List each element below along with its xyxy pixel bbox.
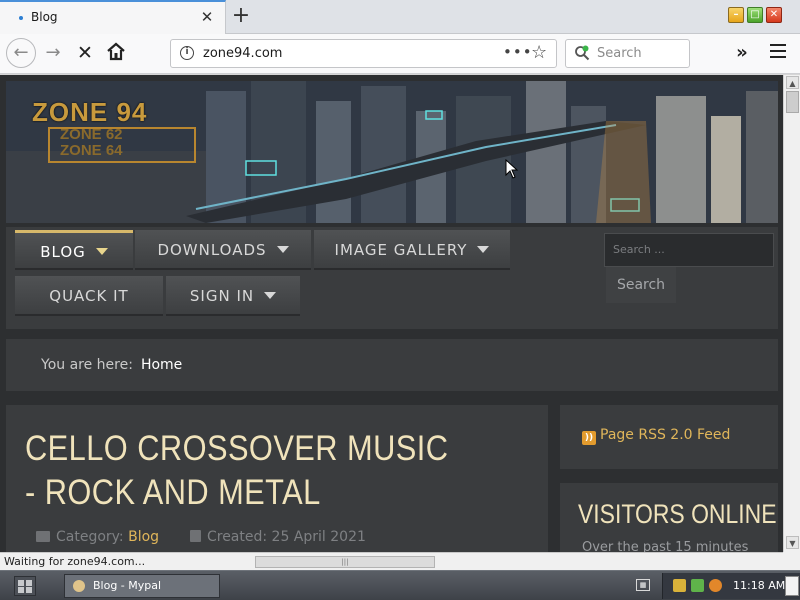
chevron-down-icon [95, 248, 108, 255]
vertical-scrollbar[interactable]: ▲ ▼ [783, 75, 800, 552]
site-search-button[interactable]: Search [606, 267, 676, 303]
chevron-down-icon [276, 246, 289, 253]
system-tray: 11:18 AM [662, 573, 800, 599]
close-window-button[interactable]: ✕ [766, 7, 782, 23]
browser-search-box[interactable]: Search [565, 39, 690, 68]
loading-dot-icon [19, 16, 23, 20]
mouse-cursor-icon [505, 159, 519, 179]
taskbar-window-button[interactable]: Blog - Mypal [64, 574, 220, 598]
scroll-up-arrow-icon[interactable]: ▲ [786, 76, 799, 89]
article-card: CELLO CROSSOVER MUSIC - ROCK AND METAL C… [6, 405, 548, 552]
status-bar: Waiting for zone94.com... ||| [0, 552, 800, 570]
menu-item-sign-in[interactable]: SIGN IN [166, 276, 300, 316]
menu-label: DOWNLOADS [157, 241, 267, 259]
mypal-browser-icon [73, 580, 85, 592]
home-icon [107, 42, 125, 61]
site-main-menu: BLOG DOWNLOADS IMAGE GALLERY QUACK IT SI… [6, 227, 778, 329]
site-logo[interactable]: ZONE 94 [32, 97, 147, 128]
keyboard-icon[interactable]: ▦ [636, 579, 650, 591]
menu-label: SIGN IN [189, 287, 255, 305]
article-title[interactable]: CELLO CROSSOVER MUSIC - ROCK AND METAL [25, 427, 465, 515]
new-tab-button[interactable]: + [230, 4, 252, 28]
info-icon[interactable]: i [180, 46, 194, 60]
visitors-subtitle: Over the past 15 minutes [582, 540, 749, 552]
clock[interactable]: 11:18 AM [733, 579, 785, 592]
close-tab-icon[interactable]: ✕ [199, 9, 215, 25]
search-tray-icon[interactable] [709, 579, 722, 592]
hamburger-menu-icon[interactable] [770, 44, 786, 60]
breadcrumb-prefix: You are here: [41, 357, 133, 373]
nav-toolbar: ← → ✕ i zone94.com ••• ☆ Search » [0, 34, 800, 74]
menu-item-image-gallery[interactable]: IMAGE GALLERY [314, 230, 510, 270]
start-menu-icon[interactable] [14, 576, 36, 596]
created-date: Created: 25 April 2021 [206, 529, 366, 545]
back-button[interactable]: ← [6, 38, 36, 68]
browser-search-placeholder: Search [597, 46, 642, 61]
logo-sub-2: ZONE 64 [60, 142, 123, 159]
search-icon [575, 45, 590, 61]
menu-label: IMAGE GALLERY [334, 241, 468, 259]
folder-icon [36, 531, 50, 542]
category-label: Category: [56, 529, 124, 545]
stop-button[interactable]: ✕ [72, 38, 98, 68]
bookmark-star-icon[interactable]: ☆ [531, 42, 547, 63]
window-controls: – □ ✕ [728, 7, 782, 23]
menu-label: BLOG [40, 243, 86, 261]
menu-item-downloads[interactable]: DOWNLOADS [135, 230, 311, 270]
tab-strip: Blog ✕ + – □ ✕ [0, 0, 800, 34]
site-search-input[interactable]: Search ... [604, 233, 774, 267]
scroll-corner [783, 552, 800, 570]
taskbar-window-label: Blog - Mypal [93, 579, 162, 592]
article-meta: Category: Blog Created: 25 April 2021 [36, 529, 366, 545]
category-link[interactable]: Blog [128, 529, 159, 545]
shield-icon[interactable] [673, 579, 686, 592]
page-viewport: ZONE 94 ZONE 62 ZONE 64 BLOG DOWNLOADS I… [0, 75, 783, 552]
horizontal-scroll-thumb[interactable]: ||| [255, 556, 435, 568]
breadcrumb: You are here: Home [6, 339, 778, 391]
menu-item-blog[interactable]: BLOG [15, 230, 133, 270]
rss-icon: )) [582, 431, 596, 445]
visitors-title: VISITORS ONLINE [578, 499, 777, 529]
minimize-button[interactable]: – [728, 7, 744, 23]
maximize-button[interactable]: □ [747, 7, 763, 23]
header-banner-image: ZONE 94 ZONE 62 ZONE 64 [6, 81, 778, 223]
logo-sub-1: ZONE 62 [60, 126, 123, 143]
calendar-icon [189, 530, 201, 542]
network-icon[interactable] [691, 579, 704, 592]
chevron-down-icon [264, 292, 277, 299]
page-actions-icon[interactable]: ••• [503, 43, 533, 61]
menu-label: QUACK IT [49, 287, 129, 305]
breadcrumb-home[interactable]: Home [141, 357, 182, 373]
scroll-thumb[interactable] [786, 91, 799, 113]
rss-feed-link[interactable]: Page RSS 2.0 Feed [600, 427, 730, 443]
tab-blog[interactable]: Blog ✕ [0, 0, 226, 34]
chevron-down-icon [477, 246, 490, 253]
status-text: Waiting for zone94.com... [4, 555, 146, 568]
scroll-down-arrow-icon[interactable]: ▼ [786, 536, 799, 549]
url-bar[interactable]: i zone94.com ••• ☆ [170, 39, 557, 68]
tab-title: Blog [31, 10, 58, 24]
url-text[interactable]: zone94.com [203, 46, 282, 61]
os-taskbar: Blog - Mypal ▦ 11:18 AM [0, 570, 800, 600]
menu-item-quack-it[interactable]: QUACK IT [15, 276, 163, 316]
show-desktop-button[interactable] [785, 576, 799, 596]
home-button[interactable] [104, 40, 130, 68]
rss-module: )) Page RSS 2.0 Feed [560, 405, 778, 469]
overflow-button[interactable]: » [731, 40, 753, 66]
forward-button[interactable]: → [40, 38, 66, 68]
visitors-online-module: VISITORS ONLINE Over the past 15 minutes [560, 483, 778, 552]
